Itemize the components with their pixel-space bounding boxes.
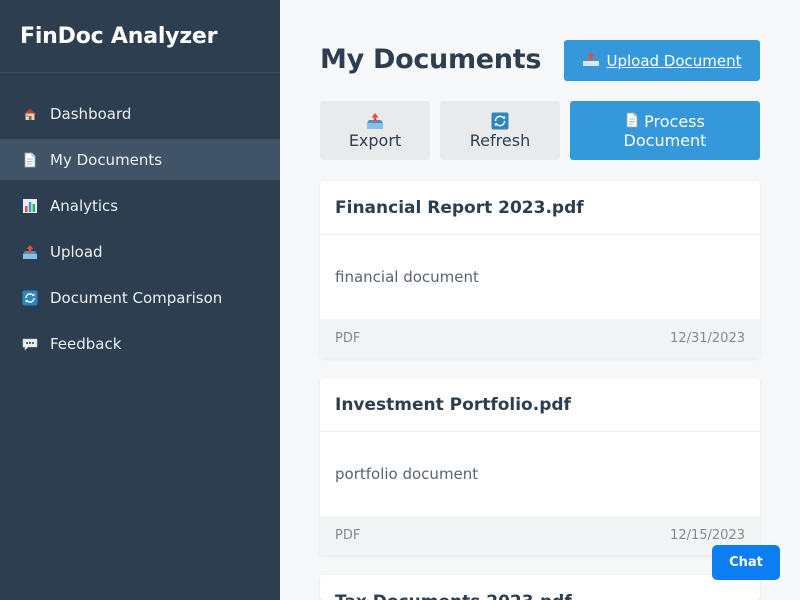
process-label-line1: Process <box>644 111 705 131</box>
sidebar-item-label: Upload <box>50 242 103 261</box>
sidebar-item-dashboard[interactable]: Dashboard <box>0 93 280 134</box>
document-date: 12/15/2023 <box>670 528 745 543</box>
sidebar-nav: Dashboard My Documents Analytics Upload <box>0 73 280 364</box>
document-description: financial document <box>335 268 479 286</box>
sidebar-item-label: Feedback <box>50 334 122 353</box>
inbox-upload-icon <box>22 244 38 260</box>
document-name[interactable]: Tax Documents 2023.pdf <box>320 575 760 600</box>
app-title: FinDoc Analyzer <box>0 0 280 73</box>
document-icon <box>625 112 644 132</box>
document-card[interactable]: Financial Report 2023.pdf financial docu… <box>320 181 760 358</box>
inbox-upload-icon <box>582 51 600 71</box>
sidebar-item-label: Document Comparison <box>50 288 223 307</box>
document-name[interactable]: Financial Report 2023.pdf <box>320 181 760 235</box>
app-window: FinDoc Analyzer Dashboard My Documents A… <box>0 0 800 600</box>
document-footer: PDF 12/15/2023 <box>320 516 760 555</box>
sidebar-item-my-documents[interactable]: My Documents <box>0 139 280 180</box>
sidebar-item-analytics[interactable]: Analytics <box>0 185 280 226</box>
document-footer: PDF 12/31/2023 <box>320 319 760 358</box>
page-title: My Documents <box>320 44 542 75</box>
chat-button[interactable]: Chat <box>712 545 780 580</box>
document-card[interactable]: Investment Portfolio.pdf portfolio docum… <box>320 378 760 555</box>
sidebar: FinDoc Analyzer Dashboard My Documents A… <box>0 0 280 600</box>
process-document-button[interactable]: Process Document <box>570 101 760 160</box>
house-icon <box>22 106 38 122</box>
speech-bubble-icon <box>22 336 38 352</box>
document-card[interactable]: Tax Documents 2023.pdf <box>320 575 760 600</box>
document-type: PDF <box>335 331 361 346</box>
inbox-upload-icon <box>366 112 384 130</box>
sidebar-item-feedback[interactable]: Feedback <box>0 323 280 364</box>
main-content: My Documents Upload Document Export Refr… <box>280 0 800 600</box>
upload-document-button[interactable]: Upload Document <box>564 40 760 81</box>
export-button[interactable]: Export <box>320 101 430 160</box>
sidebar-item-upload[interactable]: Upload <box>0 231 280 272</box>
document-description: portfolio document <box>335 465 479 483</box>
sidebar-item-label: Analytics <box>50 196 119 215</box>
process-label-line2: Document <box>623 130 707 150</box>
document-type: PDF <box>335 528 361 543</box>
sidebar-item-document-comparison[interactable]: Document Comparison <box>0 277 280 318</box>
document-date: 12/31/2023 <box>670 331 745 346</box>
export-label: Export <box>348 130 402 150</box>
refresh-icon <box>22 290 38 306</box>
document-name[interactable]: Investment Portfolio.pdf <box>320 378 760 432</box>
refresh-button[interactable]: Refresh <box>440 101 560 160</box>
sidebar-item-label: Dashboard <box>50 104 132 123</box>
upload-document-label: Upload Document <box>606 51 742 70</box>
bar-chart-icon <box>22 198 38 214</box>
refresh-label: Refresh <box>469 130 531 150</box>
sidebar-item-label: My Documents <box>50 150 163 169</box>
document-icon <box>22 152 38 168</box>
process-label-row: Process <box>625 112 705 132</box>
refresh-icon <box>491 112 509 130</box>
